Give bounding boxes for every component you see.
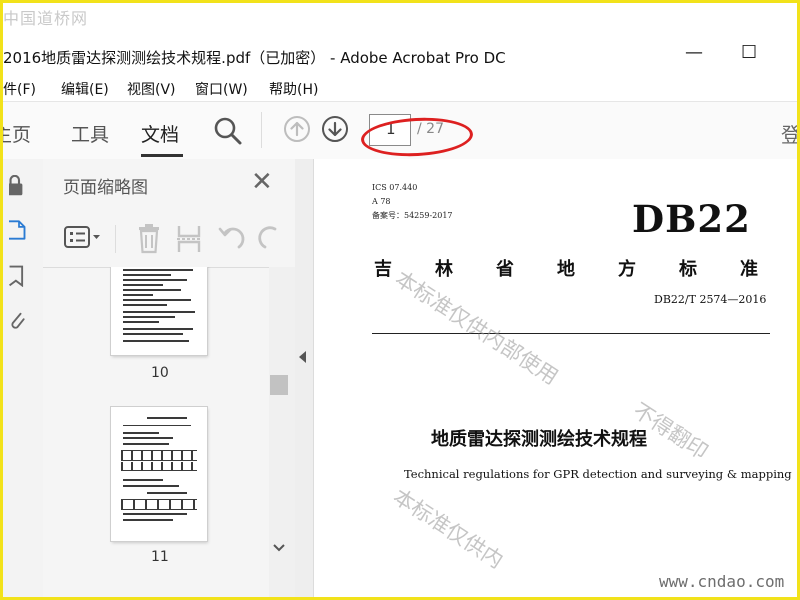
extract-pages-icon[interactable] xyxy=(175,223,203,255)
title-bar: 2016地质雷达探测测绘技术规程.pdf（已加密） - Adobe Acroba… xyxy=(3,33,797,73)
panel-collapse-bar[interactable] xyxy=(295,159,314,597)
toolbar-separator xyxy=(261,112,262,148)
maximize-button[interactable]: ☐ xyxy=(741,43,757,63)
prev-page-icon[interactable] xyxy=(283,115,311,143)
sign-in-button[interactable]: 登 xyxy=(781,119,797,148)
site-watermark-bottom: www.cndao.com xyxy=(659,572,785,591)
page-thumbnails-icon[interactable] xyxy=(9,219,29,241)
close-icon[interactable]: ✕ xyxy=(251,169,273,195)
tab-tools[interactable]: 工具 xyxy=(71,120,109,147)
document-page: ICS 07.440 A 78 备案号：54259-2017 DB22 吉 林 … xyxy=(314,159,797,597)
thumbnail-label: 11 xyxy=(151,549,169,565)
panel-title: 页面缩略图 xyxy=(63,178,148,198)
doc-standard-number: DB22/T 2574—2016 xyxy=(654,293,767,306)
lock-icon[interactable] xyxy=(9,175,29,197)
chevron-down-icon[interactable] xyxy=(272,543,286,553)
tab-home[interactable]: 主页 xyxy=(3,120,31,147)
page-thumbnails-panel: 页面缩略图 ✕ 10 11 xyxy=(43,159,296,597)
rotate-left-icon[interactable] xyxy=(217,223,247,255)
doc-title-chinese: 地质雷达探测测绘技术规程 xyxy=(431,429,647,450)
page-thumbnail-11[interactable] xyxy=(111,407,207,541)
tab-document[interactable]: 文档 xyxy=(141,120,179,147)
bookmark-icon[interactable] xyxy=(9,265,29,287)
thumbnail-scrollbar[interactable] xyxy=(269,267,295,597)
window-title: 2016地质雷达探测测绘技术规程.pdf（已加密） - Adobe Acroba… xyxy=(3,49,506,67)
doc-watermark: 本标准仅供内 xyxy=(388,484,508,574)
doc-watermark: 本标准仅供内部使用 xyxy=(390,266,563,390)
doc-divider xyxy=(372,333,770,334)
scrollbar-thumb[interactable] xyxy=(270,375,288,395)
doc-title-english: Technical regulations for GPR detection … xyxy=(404,467,792,481)
menu-view[interactable]: 视图(V) xyxy=(127,79,176,99)
minimize-button[interactable]: — xyxy=(685,43,703,63)
doc-filing-number: 备案号：54259-2017 xyxy=(372,211,453,220)
doc-code: DB22 xyxy=(632,197,751,241)
panel-toolbar xyxy=(43,211,295,268)
trash-icon[interactable] xyxy=(135,223,163,255)
thumbnail-list: 10 11 xyxy=(43,267,269,597)
menu-file[interactable]: 件(F) xyxy=(3,79,36,99)
doc-class-code: A 78 xyxy=(372,197,391,206)
menu-help[interactable]: 帮助(H) xyxy=(269,79,318,99)
page-thumbnail-10[interactable] xyxy=(111,267,207,355)
doc-province-heading: 吉 林 省 地 方 标 准 xyxy=(374,259,758,280)
rotate-right-icon[interactable] xyxy=(257,223,287,255)
menu-edit[interactable]: 编辑(E) xyxy=(61,79,109,99)
site-watermark-top: 中国道桥网 xyxy=(3,9,89,28)
doc-ics-code: ICS 07.440 xyxy=(372,183,418,192)
panel-tool-separator xyxy=(115,225,116,253)
collapse-arrow-icon[interactable] xyxy=(299,351,306,363)
search-icon[interactable] xyxy=(213,116,243,146)
menu-window[interactable]: 窗口(W) xyxy=(195,79,248,99)
screenshot-frame: 中国道桥网 2016地质雷达探测测绘技术规程.pdf（已加密） - Adobe … xyxy=(0,0,800,600)
next-page-icon[interactable] xyxy=(321,115,349,143)
active-tab-indicator xyxy=(141,154,183,157)
left-navigation-rail xyxy=(3,159,44,597)
main-toolbar: 主页 工具 文档 1 / 27 登 xyxy=(3,101,797,161)
menu-bar: 件(F) 编辑(E) 视图(V) 窗口(W) 帮助(H) xyxy=(3,75,797,101)
attachment-icon[interactable] xyxy=(9,309,29,331)
thumbnail-options-icon[interactable] xyxy=(63,223,103,253)
thumbnail-label: 10 xyxy=(151,365,169,381)
